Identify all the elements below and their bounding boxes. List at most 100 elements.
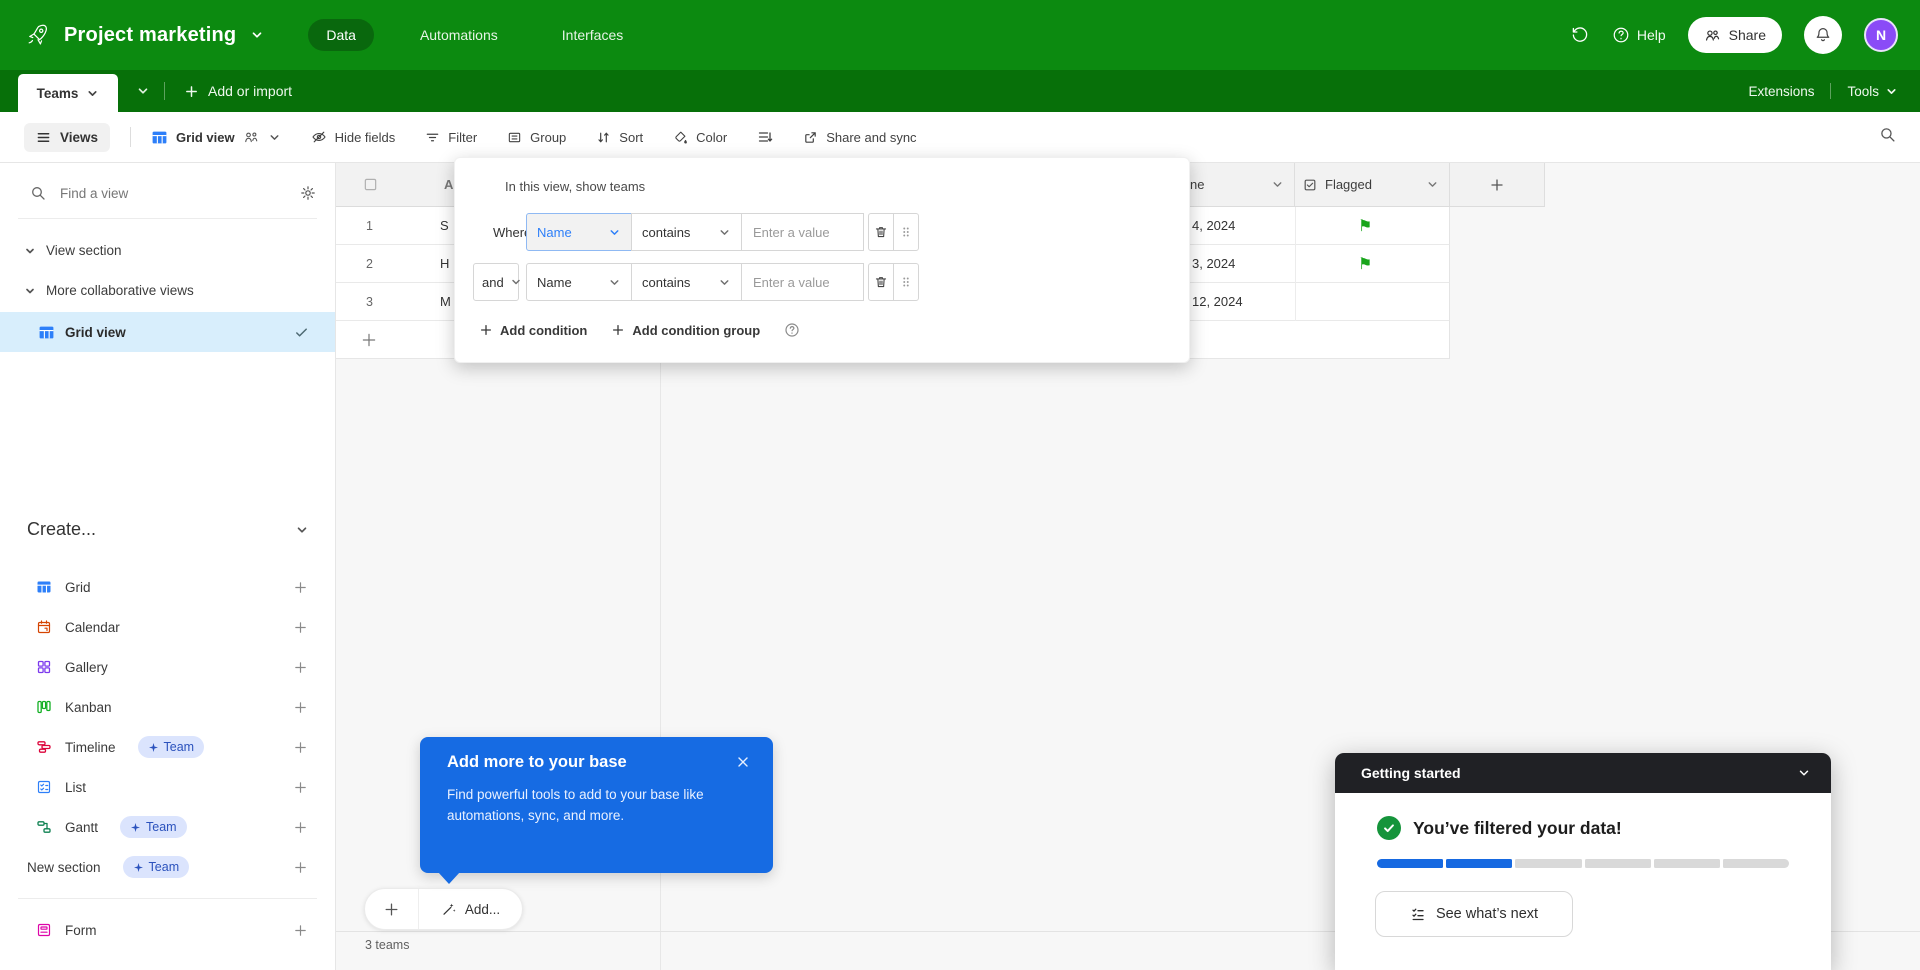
delete-condition-button[interactable] xyxy=(868,263,894,301)
create-section-header[interactable]: Create... xyxy=(27,519,309,540)
plus-icon[interactable] xyxy=(293,860,308,875)
help-button[interactable]: Help xyxy=(1612,26,1666,44)
hide-fields-button[interactable]: Hide fields xyxy=(311,129,395,145)
plus-icon[interactable] xyxy=(293,780,308,795)
collaborators-icon xyxy=(243,129,260,146)
add-with-ai-button[interactable]: Add... xyxy=(419,889,522,929)
group-button[interactable]: Group xyxy=(507,130,566,145)
create-item-list[interactable]: List xyxy=(0,767,336,807)
progress-segment xyxy=(1446,859,1513,868)
plus-icon xyxy=(1489,177,1505,193)
drag-handle[interactable] xyxy=(893,213,919,251)
tools-button[interactable]: Tools xyxy=(1847,84,1898,99)
section-view-section[interactable]: View section xyxy=(24,243,122,258)
create-item-label: Form xyxy=(65,922,97,938)
create-item-grid[interactable]: Grid xyxy=(0,567,336,607)
field-select[interactable]: Name xyxy=(526,213,632,251)
promo-body: Find powerful tools to add to your base … xyxy=(447,787,704,823)
tab-interfaces[interactable]: Interfaces xyxy=(544,19,641,51)
cell-name[interactable]: M xyxy=(440,283,451,320)
search-button[interactable] xyxy=(1879,126,1896,143)
share-and-sync-label: Share and sync xyxy=(826,129,917,145)
cell-date[interactable]: 4, 2024 xyxy=(1192,207,1235,244)
section-more-collaborative-views[interactable]: More collaborative views xyxy=(24,283,194,298)
create-item-new-section[interactable]: New section Team xyxy=(0,847,336,887)
create-item-calendar[interactable]: Calendar xyxy=(0,607,336,647)
filter-condition-row: Where Name contains xyxy=(455,213,1189,251)
plus-icon[interactable] xyxy=(293,923,308,938)
grid-view-switcher[interactable]: Grid view xyxy=(151,129,281,146)
base-menu[interactable]: Project marketing xyxy=(24,22,264,48)
sidebar-item-grid-view[interactable]: Grid view xyxy=(0,312,335,352)
see-whats-next-button[interactable]: See what’s next xyxy=(1375,891,1573,937)
views-button[interactable]: Views xyxy=(24,122,111,152)
share-button[interactable]: Share xyxy=(1687,17,1782,53)
cell-date[interactable]: 3, 2024 xyxy=(1192,245,1235,282)
color-button[interactable]: Color xyxy=(673,130,727,145)
getting-started-header[interactable]: Getting started xyxy=(1335,753,1831,793)
operator-select[interactable]: contains xyxy=(631,213,742,251)
history-icon[interactable] xyxy=(1570,25,1590,45)
filter-button[interactable]: Filter xyxy=(425,130,477,145)
drag-handle[interactable] xyxy=(893,263,919,301)
filter-popup-title: In this view, show teams xyxy=(505,179,646,194)
chevron-down-icon xyxy=(718,226,731,239)
plus-icon[interactable] xyxy=(293,700,308,715)
help-circle-icon[interactable] xyxy=(784,322,800,338)
bell-icon xyxy=(1814,26,1832,44)
create-item-gallery[interactable]: Gallery xyxy=(0,647,336,687)
column-header-flagged[interactable]: Flagged xyxy=(1295,163,1450,206)
cell-name[interactable]: S xyxy=(440,207,449,244)
add-or-import-button[interactable]: Add or import xyxy=(184,70,292,112)
add-record-button[interactable] xyxy=(365,889,419,929)
check-icon xyxy=(294,325,309,340)
select-all-checkbox[interactable] xyxy=(336,163,420,206)
plus-icon[interactable] xyxy=(293,580,308,595)
delete-condition-button[interactable] xyxy=(868,213,894,251)
find-view-input[interactable]: Find a view xyxy=(0,173,336,213)
plus-icon[interactable] xyxy=(293,660,308,675)
close-icon[interactable] xyxy=(735,753,751,770)
create-item-gantt[interactable]: Gantt Team xyxy=(0,807,336,847)
value-input[interactable] xyxy=(741,213,864,251)
add-condition-button[interactable]: Add condition xyxy=(479,323,587,338)
flag-icon[interactable]: ⚑ xyxy=(1358,207,1372,244)
add-field-button[interactable] xyxy=(1450,163,1545,206)
chevron-down-icon xyxy=(608,276,621,289)
cell-date[interactable]: 12, 2024 xyxy=(1192,283,1243,320)
record-count: 3 teams xyxy=(365,938,410,952)
timeline-icon xyxy=(36,739,52,755)
plus-icon[interactable] xyxy=(293,820,308,835)
sort-button[interactable]: Sort xyxy=(596,130,643,145)
extensions-button[interactable]: Extensions xyxy=(1748,84,1814,99)
chevron-down-icon xyxy=(86,87,99,100)
add-condition-group-button[interactable]: Add condition group xyxy=(611,323,760,338)
conjunction-select[interactable]: and xyxy=(473,263,519,301)
cell-name[interactable]: H xyxy=(440,245,449,282)
row-number: 2 xyxy=(366,256,373,271)
gallery-icon xyxy=(36,659,52,675)
chevron-down-icon xyxy=(250,28,264,42)
create-item-timeline[interactable]: Timeline Team xyxy=(0,727,336,767)
calendar-icon xyxy=(36,619,52,635)
avatar[interactable]: N xyxy=(1864,18,1898,52)
filter-condition-row: and Name contains xyxy=(455,263,1189,301)
tab-automations[interactable]: Automations xyxy=(402,19,516,51)
field-select[interactable]: Name xyxy=(526,263,632,301)
table-tab-teams[interactable]: Teams xyxy=(18,74,118,112)
operator-select-value: contains xyxy=(642,224,691,240)
plus-icon[interactable] xyxy=(293,740,308,755)
create-item-form[interactable]: Form xyxy=(0,910,336,950)
notifications-button[interactable] xyxy=(1804,16,1842,54)
flag-icon[interactable]: ⚑ xyxy=(1358,245,1372,282)
share-and-sync-button[interactable]: Share and sync xyxy=(803,129,917,145)
row-height-button[interactable] xyxy=(757,129,773,145)
value-input[interactable] xyxy=(741,263,864,301)
tab-data[interactable]: Data xyxy=(308,19,374,51)
create-item-kanban[interactable]: Kanban xyxy=(0,687,336,727)
column-header-label: ne xyxy=(1190,177,1205,192)
operator-select[interactable]: contains xyxy=(631,263,742,301)
plus-icon[interactable] xyxy=(293,620,308,635)
table-list-expander[interactable] xyxy=(130,78,156,104)
gear-icon[interactable] xyxy=(300,185,316,201)
